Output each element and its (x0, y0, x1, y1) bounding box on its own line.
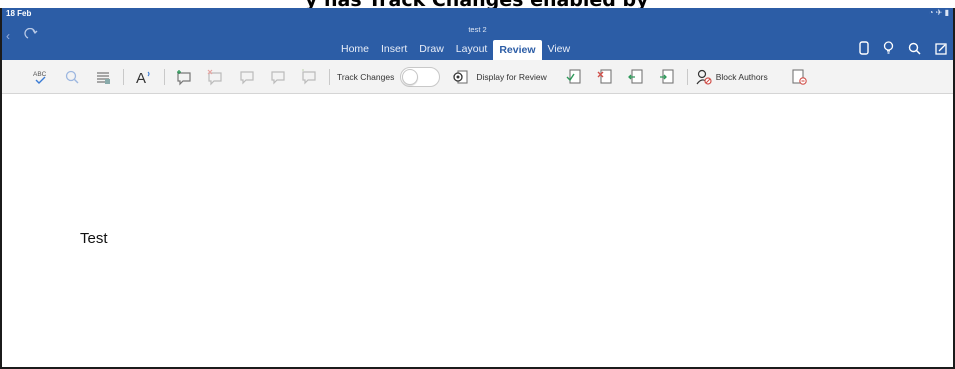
edit-icon[interactable] (935, 42, 947, 55)
tab-draw[interactable]: Draw (413, 39, 450, 59)
ribbon-separator (686, 69, 688, 85)
document-body-text[interactable]: Test (80, 230, 108, 247)
previous-change-icon[interactable] (623, 65, 649, 89)
new-comment-icon[interactable] (172, 65, 198, 89)
review-ribbon: ABC A Track Changes Display for Review B… (2, 60, 953, 94)
ribbon-tabs: Home Insert Draw Layout Review View (335, 38, 576, 60)
title-bar-actions (859, 38, 947, 58)
word-count-icon[interactable] (90, 65, 116, 89)
tab-review[interactable]: Review (493, 40, 542, 60)
tab-view[interactable]: View (542, 39, 577, 59)
show-comments-icon[interactable] (296, 65, 322, 89)
next-change-icon[interactable] (654, 65, 680, 89)
accessibility-icon[interactable]: A (131, 65, 157, 89)
cropped-caption-text: y has Track Changes enabled by (305, 0, 649, 8)
smart-lookup-icon[interactable] (59, 65, 85, 89)
ribbon-separator (164, 69, 165, 85)
next-comment-icon[interactable] (265, 65, 291, 89)
previous-comment-icon[interactable] (234, 65, 260, 89)
svg-text:A: A (136, 70, 146, 86)
block-authors-icon[interactable] (695, 65, 713, 89)
status-indicators: ◔ ✈ ▮ (928, 8, 949, 17)
lightbulb-icon[interactable] (883, 41, 894, 55)
accept-change-icon[interactable] (561, 65, 587, 89)
delete-comment-icon[interactable] (203, 65, 229, 89)
status-date: 18 Feb (6, 9, 32, 18)
restrict-permission-icon[interactable] (786, 65, 812, 89)
display-for-review-label[interactable]: Display for Review (476, 72, 546, 82)
word-app-window: 18 Feb ◔ ✈ ▮ ‹ test 2 Home Insert Draw L… (0, 8, 955, 369)
toggle-knob (402, 69, 419, 85)
spelling-icon[interactable]: ABC (28, 65, 54, 89)
document-canvas[interactable]: Test (2, 95, 953, 367)
track-changes-toggle[interactable] (400, 67, 441, 87)
reject-change-icon[interactable] (592, 65, 618, 89)
ribbon-separator (329, 69, 330, 85)
cropped-caption: y has Track Changes enabled by (0, 0, 955, 8)
display-for-review-icon[interactable] (448, 65, 474, 89)
title-bar: 18 Feb ◔ ✈ ▮ ‹ test 2 Home Insert Draw L… (2, 8, 953, 60)
ribbon-separator (123, 69, 124, 85)
search-icon[interactable] (908, 42, 921, 55)
tab-home[interactable]: Home (335, 39, 375, 59)
phone-view-icon[interactable] (859, 41, 869, 55)
document-title: test 2 (468, 25, 487, 34)
block-authors-label[interactable]: Block Authors (716, 72, 768, 82)
tab-layout[interactable]: Layout (450, 39, 494, 59)
track-changes-label: Track Changes (337, 72, 395, 82)
tab-insert[interactable]: Insert (375, 39, 413, 59)
